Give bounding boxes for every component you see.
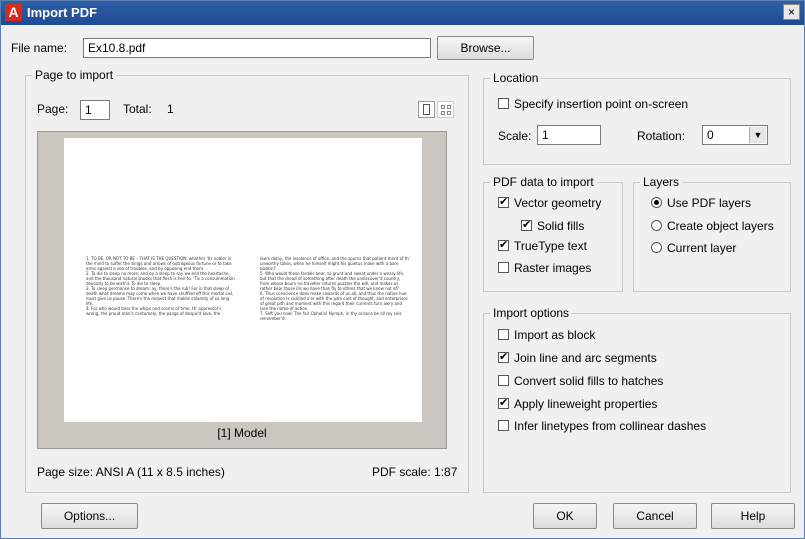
vector-geometry-label: Vector geometry (514, 196, 602, 210)
checkbox-box[interactable] (498, 329, 509, 340)
truetype-text-checkbox[interactable]: TrueType text (498, 238, 587, 253)
preview-text-column-1: 1. TO BE, OR NOT TO BE – THAT IS THE QUE… (86, 256, 235, 316)
thumbnail-view-icon[interactable] (437, 101, 454, 118)
solid-fills-label: Solid fills (537, 219, 585, 233)
preview-paper: 1. TO BE, OR NOT TO BE – THAT IS THE QUE… (64, 138, 422, 422)
current-layer-radio[interactable]: Current layer (651, 241, 736, 255)
create-object-layers-radio[interactable]: Create object layers (651, 219, 774, 233)
checkbox-box[interactable] (498, 238, 509, 251)
chevron-down-icon[interactable]: ▼ (749, 127, 766, 143)
join-segments-checkbox[interactable]: Join line and arc segments (498, 350, 657, 365)
import-pdf-dialog: A Import PDF × File name: Ex10.8.pdf Bro… (0, 0, 805, 539)
single-page-view-icon[interactable] (418, 101, 435, 118)
autocad-logo-icon: A (5, 4, 22, 21)
use-pdf-layers-radio[interactable]: Use PDF layers (651, 196, 751, 210)
truetype-text-label: TrueType text (514, 239, 587, 253)
import-options-legend: Import options (490, 306, 573, 320)
solid-fills-checkbox[interactable]: Solid fills (521, 218, 585, 233)
layers-legend: Layers (640, 175, 683, 189)
pdf-scale-text: PDF scale: 1:87 (372, 465, 458, 479)
cancel-button[interactable]: Cancel (613, 503, 697, 529)
dialog-title: Import PDF (27, 5, 98, 20)
import-as-block-label: Import as block (514, 328, 596, 342)
pdf-data-legend: PDF data to import (490, 175, 597, 189)
raster-images-label: Raster images (514, 261, 592, 275)
infer-linetypes-label: Infer linetypes from collinear dashes (514, 419, 707, 433)
apply-lineweight-label: Apply lineweight properties (514, 397, 658, 411)
infer-linetypes-checkbox[interactable]: Infer linetypes from collinear dashes (498, 419, 706, 433)
checkbox-box[interactable] (498, 195, 509, 208)
file-name-label: File name: (11, 41, 68, 55)
file-name-field[interactable]: Ex10.8.pdf (83, 38, 431, 58)
use-pdf-layers-label: Use PDF layers (667, 196, 752, 210)
checkbox-box[interactable] (498, 396, 509, 409)
total-label: Total: (123, 102, 152, 116)
checkbox-box[interactable] (498, 375, 509, 386)
apply-lineweight-checkbox[interactable]: Apply lineweight properties (498, 396, 658, 411)
radio-dot[interactable] (651, 220, 662, 231)
preview-text-column-2: law's delay, the insolence of office, an… (260, 256, 410, 321)
checkbox-box[interactable] (498, 420, 509, 431)
specify-insertion-label: Specify insertion point on-screen (514, 97, 689, 111)
title-bar[interactable]: A Import PDF × (1, 1, 804, 25)
page-label: Page: (37, 102, 69, 116)
location-legend: Location (490, 71, 542, 85)
join-segments-label: Join line and arc segments (514, 351, 657, 365)
raster-images-checkbox[interactable]: Raster images (498, 261, 591, 275)
checkbox-box[interactable] (498, 262, 509, 273)
create-object-layers-label: Create object layers (667, 219, 774, 233)
location-group: Location (483, 71, 791, 165)
scale-label: Scale: (498, 129, 532, 143)
rotation-combo[interactable]: 0 ▼ (702, 125, 768, 145)
preview-model-label: [1] Model (217, 426, 267, 440)
browse-button-label: Browse... (460, 41, 511, 55)
options-button[interactable]: Options... (41, 503, 138, 529)
current-layer-label: Current layer (667, 241, 737, 255)
radio-dot[interactable] (651, 242, 662, 253)
page-number-field[interactable]: 1 (80, 100, 110, 120)
vector-geometry-checkbox[interactable]: Vector geometry (498, 195, 602, 210)
convert-fills-label: Convert solid fills to hatches (514, 374, 664, 388)
import-as-block-checkbox[interactable]: Import as block (498, 328, 595, 342)
radio-dot[interactable] (651, 197, 662, 208)
page-size-text: Page size: ANSI A (11 x 8.5 inches) (37, 465, 225, 479)
browse-button[interactable]: Browse... (437, 36, 534, 60)
help-button[interactable]: Help (711, 503, 795, 529)
checkbox-box[interactable] (498, 98, 509, 109)
checkbox-box[interactable] (498, 350, 509, 363)
rotation-value: 0 (707, 128, 714, 142)
page-preview: 1. TO BE, OR NOT TO BE – THAT IS THE QUE… (37, 131, 447, 449)
convert-fills-checkbox[interactable]: Convert solid fills to hatches (498, 374, 663, 388)
total-value: 1 (167, 102, 174, 116)
page-to-import-legend: Page to import (32, 68, 117, 82)
ok-button[interactable]: OK (533, 503, 597, 529)
close-button[interactable]: × (783, 4, 800, 20)
specify-insertion-checkbox[interactable]: Specify insertion point on-screen (498, 97, 688, 111)
rotation-label: Rotation: (637, 129, 686, 143)
scale-field[interactable]: 1 (537, 125, 601, 145)
checkbox-box[interactable] (521, 218, 532, 231)
